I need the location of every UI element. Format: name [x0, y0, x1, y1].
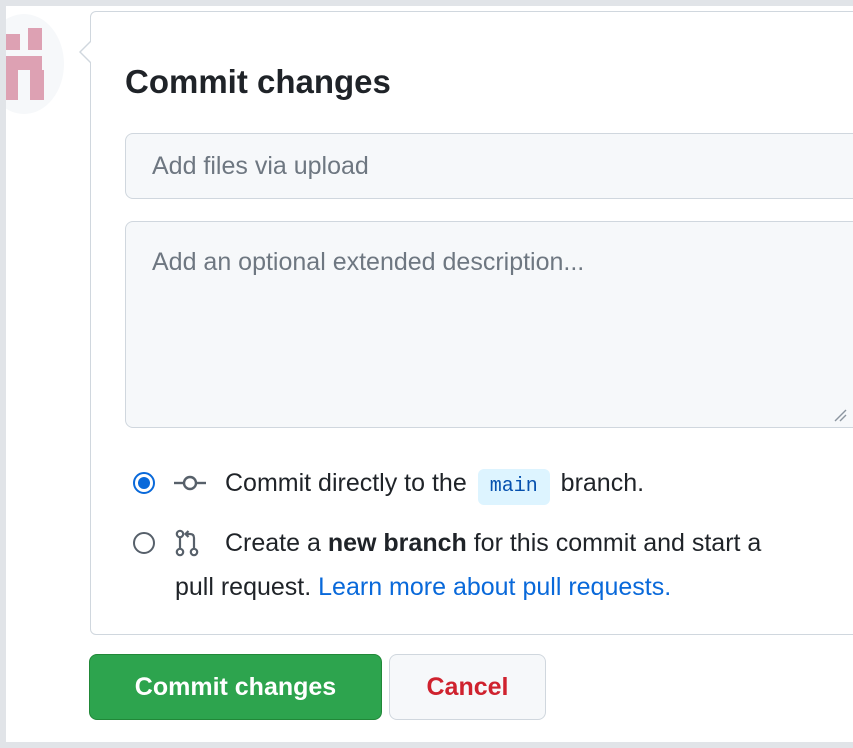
user-avatar	[6, 14, 64, 114]
option-new-branch-text: Create a	[225, 529, 321, 557]
panel-caret-fill	[81, 41, 92, 63]
commit-description-textarea[interactable]	[125, 221, 853, 428]
radio-new-branch[interactable]	[133, 532, 155, 554]
git-pull-request-icon	[175, 529, 199, 557]
git-commit-icon	[174, 475, 206, 491]
option-new-branch-bold: new branch	[327, 529, 467, 557]
commit-summary-input[interactable]	[125, 133, 853, 199]
cancel-button[interactable]: Cancel	[389, 654, 546, 720]
option-direct-text-end: branch.	[560, 469, 645, 497]
commit-panel: Commit changes Commit directly to the ma…	[79, 11, 853, 635]
page: Commit changes Commit directly to the ma…	[6, 6, 853, 742]
branch-name-badge: main	[477, 469, 550, 505]
learn-more-link[interactable]: Learn more about pull requests.	[318, 573, 671, 601]
option-new-branch-text-end: for this commit and start a	[473, 529, 762, 557]
commit-changes-button[interactable]: Commit changes	[89, 654, 382, 720]
commit-title: Commit changes	[125, 63, 391, 100]
radio-commit-direct[interactable]	[133, 472, 155, 494]
option-direct-text: Commit directly to the	[225, 469, 467, 497]
option-new-branch-line2: pull request.	[175, 573, 312, 601]
resize-grip-icon[interactable]	[833, 408, 847, 422]
